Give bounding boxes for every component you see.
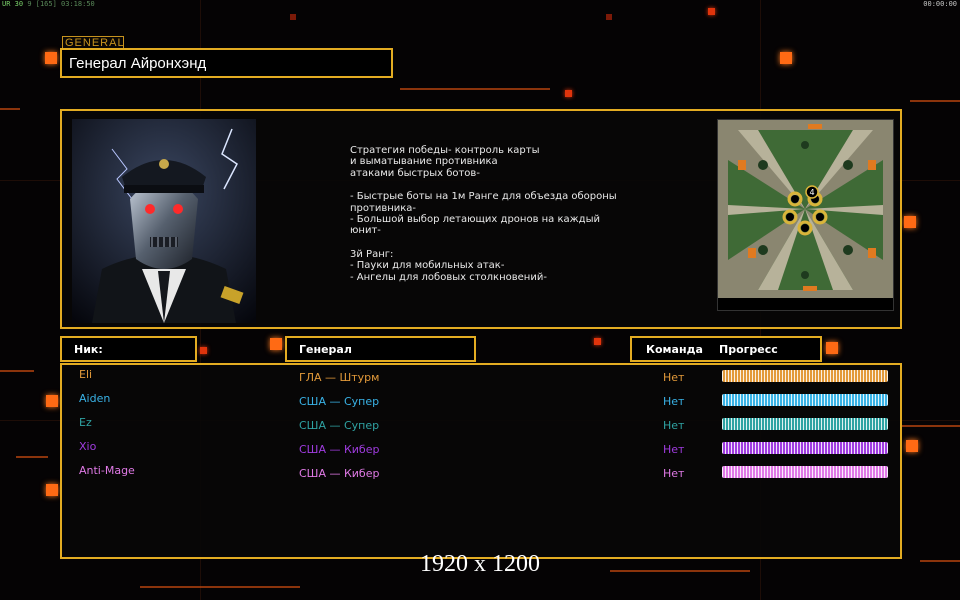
player-nick: Xio	[79, 440, 97, 453]
header-nick-label: Ник:	[74, 343, 103, 356]
decor-square	[46, 484, 58, 496]
description-line: 3й Ранг:	[350, 248, 394, 260]
header-general: Генерал	[285, 336, 476, 362]
decor-square	[708, 8, 715, 15]
general-description: Стратегия победы- контроль карты и вымат…	[350, 145, 617, 283]
decor-square	[906, 440, 918, 452]
player-progress-bar	[722, 466, 888, 478]
general-info-panel: Стратегия победы- контроль карты и вымат…	[60, 109, 902, 329]
player-nick: Anti-Mage	[79, 464, 135, 477]
player-general: США — Супер	[299, 395, 380, 408]
player-progress-bar	[722, 394, 888, 406]
resolution-caption: 1920 x 1200	[420, 551, 540, 577]
header-progress-label: Прогресс	[719, 343, 778, 356]
status-prefix: UR	[2, 0, 11, 8]
player-nick: Ez	[79, 416, 92, 429]
status-rest: 9 [165] 03:18:50	[27, 0, 95, 8]
status-mid: 30	[14, 0, 24, 8]
decor-square	[45, 52, 57, 64]
status-readout: UR 30 9 [165] 03:18:50	[2, 0, 95, 8]
general-portrait	[72, 119, 256, 323]
header-team-progress: Команда Прогресс	[630, 336, 822, 362]
player-progress-bar	[722, 418, 888, 430]
description-line	[350, 179, 617, 191]
description-line: юнит-	[350, 225, 381, 237]
decor-square	[606, 14, 612, 20]
player-team: Нет	[663, 371, 685, 384]
decor-square	[594, 338, 601, 345]
decor-square	[904, 216, 916, 228]
player-row: Aiden США — Супер Нет	[62, 389, 900, 411]
player-progress-bar	[722, 442, 888, 454]
player-team: Нет	[663, 395, 685, 408]
player-nick: Eli	[79, 368, 93, 381]
player-nick: Aiden	[79, 392, 111, 405]
header-nick: Ник:	[60, 336, 197, 362]
description-line: атаками быстрых ботов-	[350, 167, 480, 179]
player-row: Anti-Mage США — Кибер Нет	[62, 461, 900, 483]
decor-square	[200, 347, 207, 354]
header-general-label: Генерал	[299, 343, 352, 356]
map-preview[interactable]: 4	[717, 119, 894, 311]
player-general: ГЛА — Штурм	[299, 371, 380, 384]
player-row: Ez США — Супер Нет	[62, 413, 900, 435]
player-team: Нет	[663, 419, 685, 432]
timer: 00:00:00	[923, 0, 957, 8]
decor-square	[270, 338, 282, 350]
decor-square	[780, 52, 792, 64]
decor-square	[46, 395, 58, 407]
header-team-label: Команда	[646, 343, 703, 356]
decor-square	[565, 90, 572, 97]
player-general: США — Супер	[299, 419, 380, 432]
player-general: США — Кибер	[299, 467, 380, 480]
description-line: Стратегия победы- контроль карты	[350, 145, 540, 156]
map-center-label: 4	[809, 188, 814, 197]
general-name: Генерал Айронхэнд	[69, 55, 207, 72]
decor-square	[826, 342, 838, 354]
description-line	[350, 237, 617, 249]
description-line: - Быстрые боты на 1м Ранге для объезда о…	[350, 191, 617, 203]
description-line: противника-	[350, 202, 417, 214]
description-line: - Большой выбор летающих дронов на кажды…	[350, 213, 600, 225]
player-team: Нет	[663, 467, 685, 480]
general-tag: GENERAL	[62, 36, 124, 49]
players-panel: Eli ГЛА — Штурм Нет Aiden США — Супер Не…	[60, 363, 902, 559]
description-line: - Ангелы для лобовых столкновений-	[350, 271, 547, 283]
description-line: - Пауки для мобильных атак-	[350, 260, 505, 272]
general-title-box: Генерал Айронхэнд	[60, 48, 393, 78]
player-general: США — Кибер	[299, 443, 380, 456]
decor-square	[290, 14, 296, 20]
player-team: Нет	[663, 443, 685, 456]
player-row: Xio США — Кибер Нет	[62, 437, 900, 459]
description-line: и выматывание противника	[350, 156, 498, 168]
player-row: Eli ГЛА — Штурм Нет	[62, 365, 900, 387]
player-progress-bar	[722, 370, 888, 382]
